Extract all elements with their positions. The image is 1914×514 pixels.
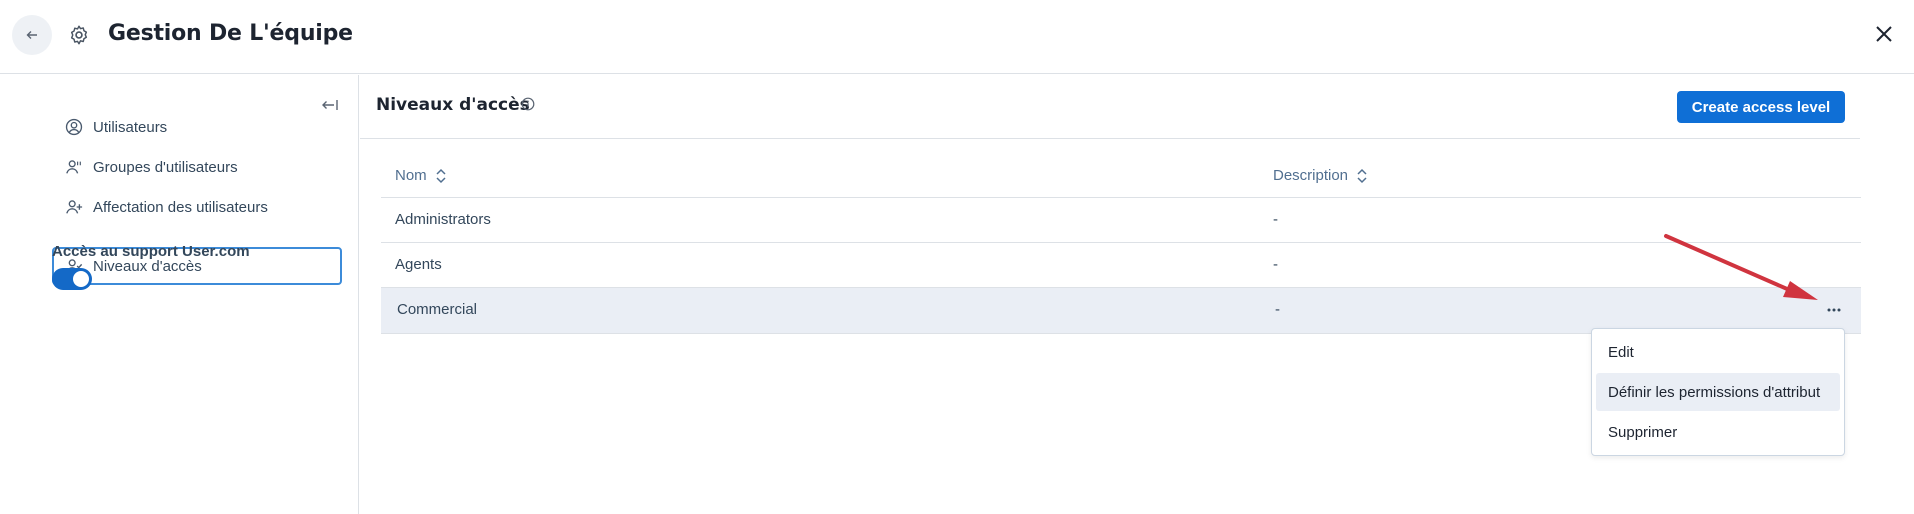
column-header-description[interactable]: Description [1273,167,1368,184]
info-icon[interactable] [521,97,535,111]
sidebar-item-affectation[interactable]: Affectation des utilisateurs [52,188,342,226]
section-title: Niveaux d'accès [376,95,530,115]
more-horizontal-icon [1827,308,1841,312]
sidebar-item-label: Utilisateurs [93,118,168,136]
support-access-label: Accès au support User.com [52,243,250,260]
page-header: Gestion De L'équipe [0,0,1914,74]
cell-name: Commercial [397,301,478,318]
gear-icon[interactable] [68,24,90,46]
row-actions-menu: Edit Définir les permissions d'attribut … [1591,328,1845,456]
toggle-knob [73,271,89,287]
menu-item-define-attribute-permissions[interactable]: Définir les permissions d'attribut [1596,373,1840,411]
cell-description: - [1273,211,1278,228]
page-title: Gestion De L'équipe [108,21,353,46]
table-row[interactable]: Administrators - [381,198,1861,243]
sidebar-item-label: Niveaux d'accès [93,257,202,275]
menu-item-delete[interactable]: Supprimer [1596,413,1840,451]
access-levels-table: Nom Description Administrators - Agents … [381,155,1861,334]
user-plus-icon [66,200,83,214]
sidebar: Utilisateurs Groupes d'utilisateurs Affe… [0,75,359,514]
row-actions-button[interactable] [1823,300,1845,320]
user-group-icon [66,160,81,174]
column-header-nom[interactable]: Nom [395,167,447,184]
create-access-level-button[interactable]: Create access level [1677,91,1845,123]
sidebar-item-label: Affectation des utilisateurs [93,198,268,216]
cell-name: Agents [395,256,442,273]
cell-name: Administrators [395,211,491,228]
table-row[interactable]: Agents - [381,243,1861,288]
close-icon[interactable] [1872,22,1896,46]
support-access-toggle[interactable] [52,268,92,290]
sidebar-item-label: Groupes d'utilisateurs [93,158,238,176]
table-header: Nom Description [381,155,1861,198]
sidebar-item-groupes[interactable]: Groupes d'utilisateurs [52,148,342,186]
back-button[interactable] [12,15,52,55]
sidebar-item-utilisateurs[interactable]: Utilisateurs [52,108,342,146]
cell-description: - [1273,256,1278,273]
sort-icon [436,168,446,183]
cell-description: - [1275,301,1280,318]
sort-icon [1357,168,1367,183]
menu-item-edit[interactable]: Edit [1596,333,1840,371]
arrow-left-icon [26,31,37,39]
divider [360,138,1860,139]
user-circle-icon [65,118,83,136]
